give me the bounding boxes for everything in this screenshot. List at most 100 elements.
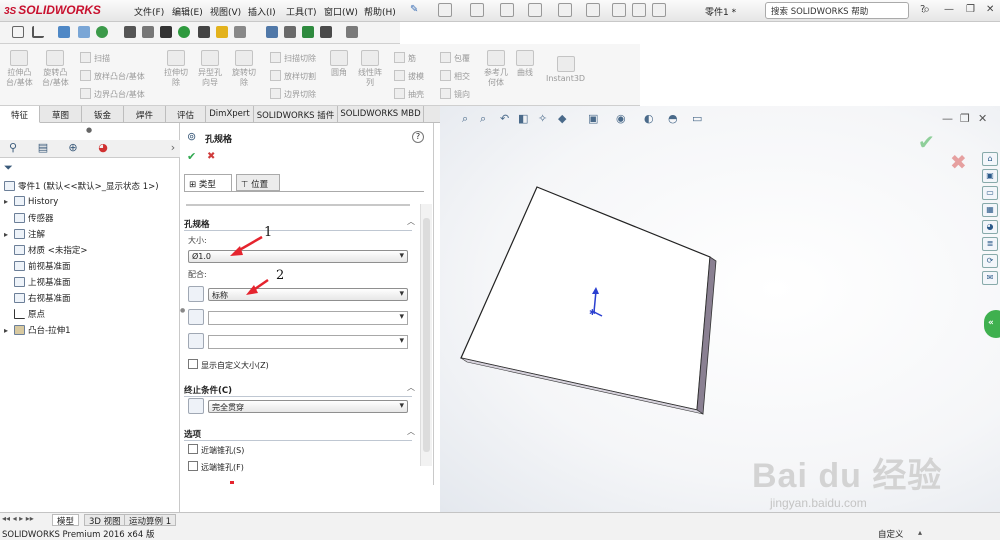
folder-icon[interactable]: ▭ [982, 186, 998, 200]
marker-icon[interactable] [178, 26, 190, 38]
mirror-button[interactable]: 镜向 [440, 88, 470, 100]
swept-cut-button[interactable]: 扫描切除 [270, 52, 316, 64]
draft-button[interactable]: 拔模 [394, 70, 424, 82]
config-icon[interactable] [320, 26, 332, 38]
counterbore-field[interactable] [208, 335, 408, 349]
print-icon[interactable] [528, 3, 542, 17]
boundary-boss-button[interactable]: 边界凸台/基体 [80, 88, 145, 100]
revolve-cut-button[interactable]: 旋转切 除 [232, 50, 256, 88]
menu-insert[interactable]: 插入(I) [248, 5, 276, 18]
property-manager-tab-icon[interactable]: ▤ [30, 141, 56, 157]
menu-help[interactable]: 帮助(H) [364, 5, 396, 18]
filter-icon[interactable]: ⏷ [4, 161, 13, 175]
intersect-button[interactable]: 相交 [440, 70, 470, 82]
extrude-cut-button[interactable]: 拉伸切 除 [164, 50, 188, 88]
fillet-button[interactable]: 圆角 [330, 50, 348, 78]
boundary-cut-button[interactable]: 边界切除 [270, 88, 316, 100]
head-clearance-field[interactable] [208, 311, 408, 325]
linear-pattern-button[interactable]: 线性阵 列 [358, 50, 382, 88]
view-icon[interactable] [78, 26, 90, 38]
view-palette-icon[interactable]: ▦ [982, 203, 998, 217]
subtab-position[interactable]: ⊤ 位置 [236, 174, 280, 191]
undo-icon[interactable] [558, 3, 572, 17]
display-icon[interactable] [58, 26, 70, 38]
appearance-icon[interactable] [96, 26, 108, 38]
tab-sheet-metal[interactable]: 钣金 [82, 106, 124, 123]
feature-tree-tab-icon[interactable]: ⚲ [0, 141, 26, 157]
menu-edit[interactable]: 编辑(E) [172, 5, 203, 18]
file-properties-icon[interactable] [632, 3, 646, 17]
collapse-end-condition-icon[interactable]: ︿ [407, 382, 415, 393]
tree-item-boss-extrude[interactable]: ▸ 凸台-拉伸1 [4, 324, 70, 336]
instant3d-button[interactable]: Instant3D [546, 56, 585, 84]
far-side-countersink-checkbox[interactable]: 远端锥孔(F) [188, 461, 244, 473]
pin-icon[interactable]: ✎ [410, 4, 418, 15]
mate-icon[interactable] [216, 26, 228, 38]
open-icon[interactable] [470, 3, 484, 17]
tab-addins[interactable]: SOLIDWORKS 插件 [254, 106, 338, 123]
end-condition-dropdown[interactable]: 完全贯穿 [208, 400, 408, 413]
hole-spec-header[interactable]: 孔规格 [184, 218, 210, 230]
save-icon[interactable] [500, 3, 514, 17]
appearance-palette-icon[interactable]: ◕ [982, 220, 998, 234]
minimize-icon[interactable]: — [944, 4, 954, 15]
tab-mbd[interactable]: SOLIDWORKS MBD [338, 106, 424, 123]
section-icon[interactable] [284, 26, 296, 38]
restore-icon[interactable]: ❐ [966, 4, 975, 15]
curves-button[interactable]: 曲线 [516, 50, 534, 78]
subtab-type[interactable]: ⊞ 类型 [184, 174, 232, 191]
tree-item-sensors[interactable]: 传感器 [4, 212, 54, 224]
forum-icon[interactable]: ✉ [982, 271, 998, 285]
new-icon[interactable] [438, 3, 452, 17]
configuration-tab-icon[interactable]: ⊕ [60, 141, 86, 157]
wrap-button[interactable]: 包覆 [440, 52, 470, 64]
splitter-handle[interactable]: ● [86, 126, 92, 134]
measure-icon[interactable] [198, 26, 210, 38]
expand-panel-icon[interactable]: « [984, 310, 1000, 338]
tree-item-top-plane[interactable]: 上视基准面 [4, 276, 71, 288]
menu-file[interactable]: 文件(F) [134, 5, 164, 18]
tab-dimxpert[interactable]: DimXpert [206, 106, 254, 123]
collapse-hole-spec-icon[interactable]: ︿ [407, 216, 415, 227]
pm-scrollbar[interactable] [420, 204, 432, 466]
help-search-input[interactable]: 搜索 SOLIDWORKS 帮助 ⌕ [765, 2, 930, 19]
tree-item-annotations[interactable]: ▸ 注解 [4, 228, 45, 240]
tree-item-origin[interactable]: 原点 [4, 308, 45, 320]
hole-wizard-button[interactable]: 异型孔 向导 [198, 50, 222, 88]
lofted-cut-button[interactable]: 放样切割 [270, 70, 316, 82]
loft-button[interactable]: 放样凸台/基体 [80, 70, 145, 82]
ok-check-icon[interactable]: ✔ [187, 150, 196, 163]
pm-help-icon[interactable]: ? [412, 131, 424, 143]
tab-3d-views[interactable]: 3D 视图 [84, 514, 126, 527]
units-status[interactable]: 自定义 [878, 528, 904, 540]
extrude-boss-button[interactable]: 拉伸凸 台/基体 [6, 50, 33, 88]
tree-item-right-plane[interactable]: 右视基准面 [4, 292, 71, 304]
home-icon[interactable]: ⌂ [982, 152, 998, 166]
tree-item-history[interactable]: ▸ History [4, 196, 58, 207]
options-icon[interactable] [346, 26, 358, 38]
near-side-countersink-checkbox[interactable]: 近端锥孔(S) [188, 444, 244, 456]
gear-icon[interactable] [652, 3, 666, 17]
feature-icon[interactable] [124, 26, 136, 38]
solidworks-resources-icon[interactable]: ⟳ [982, 254, 998, 268]
help-icon[interactable]: ? [920, 4, 925, 15]
menu-tools[interactable]: 工具(T) [286, 5, 317, 18]
menu-window[interactable]: 窗口(W) [324, 5, 358, 18]
pm-scrollbar-thumb[interactable] [423, 218, 430, 452]
tab-motion-study[interactable]: 运动算例 1 [124, 514, 177, 527]
collapse-options-icon[interactable]: ︿ [407, 426, 415, 437]
tab-evaluate[interactable]: 评估 [166, 106, 206, 123]
hole-icon[interactable] [12, 26, 24, 38]
end-condition-header[interactable]: 终止条件(C) [184, 384, 232, 396]
select-icon[interactable] [586, 3, 600, 17]
sweep-button[interactable]: 扫描 [80, 52, 110, 64]
revolve-boss-button[interactable]: 旋转凸 台/基体 [42, 50, 69, 88]
options-header[interactable]: 选项 [184, 428, 201, 440]
gear-small-icon[interactable] [142, 26, 154, 38]
custom-properties-icon[interactable]: ≣ [982, 237, 998, 251]
cancel-x-icon[interactable]: ✖ [207, 151, 215, 162]
tab-features[interactable]: 特征 [0, 106, 40, 123]
tree-root[interactable]: 零件1 (默认<<默认>_显示状态 1>) [4, 180, 159, 192]
shell-button[interactable]: 抽壳 [394, 88, 424, 100]
reverse-direction-icon[interactable] [188, 398, 204, 414]
